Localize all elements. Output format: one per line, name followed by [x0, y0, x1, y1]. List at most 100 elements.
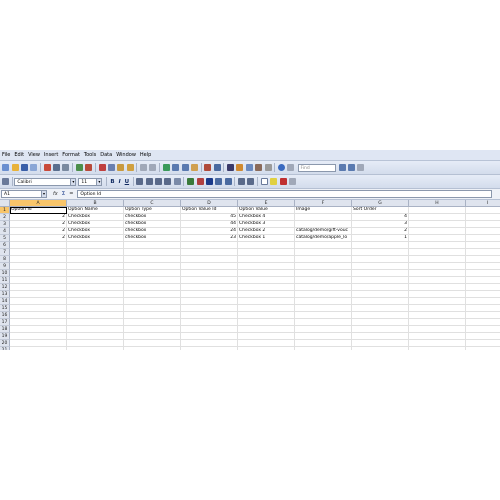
menu-edit[interactable]: Edit — [12, 150, 26, 160]
cell-h1[interactable] — [409, 207, 466, 214]
cell-d21[interactable] — [181, 347, 238, 350]
cell-g2[interactable]: 4 — [352, 214, 409, 221]
cell-b6[interactable] — [67, 242, 124, 249]
cell-a19[interactable] — [10, 333, 67, 340]
cell-h20[interactable] — [409, 340, 466, 347]
zoom-icon[interactable] — [264, 164, 272, 171]
cell-g17[interactable] — [352, 319, 409, 326]
cell-g21[interactable] — [352, 347, 409, 350]
cell-g10[interactable] — [352, 270, 409, 277]
menu-format[interactable]: Format — [60, 150, 82, 160]
cell-a7[interactable] — [10, 249, 67, 256]
borders-icon[interactable] — [260, 178, 268, 185]
menu-insert[interactable]: Insert — [42, 150, 60, 160]
cell-e14[interactable] — [238, 298, 295, 305]
cell-g11[interactable] — [352, 277, 409, 284]
cell-b5[interactable]: Checkbox — [67, 235, 124, 242]
cell-h6[interactable] — [409, 242, 466, 249]
row-header-5[interactable]: 5 — [0, 235, 10, 242]
standard-format-icon[interactable] — [205, 178, 213, 185]
row-header-20[interactable]: 20 — [0, 340, 10, 347]
cell-g14[interactable] — [352, 298, 409, 305]
cell-i4[interactable] — [466, 228, 500, 235]
cell-c9[interactable] — [124, 263, 181, 270]
cell-a13[interactable] — [10, 291, 67, 298]
cell-g7[interactable] — [352, 249, 409, 256]
cell-c12[interactable] — [124, 284, 181, 291]
cell-a1[interactable]: Option Id — [10, 207, 67, 214]
cell-d16[interactable] — [181, 312, 238, 319]
cell-b2[interactable]: Checkbox — [67, 214, 124, 221]
cell-c17[interactable] — [124, 319, 181, 326]
delete-decimal-icon[interactable] — [224, 178, 232, 185]
cell-c21[interactable] — [124, 347, 181, 350]
help-icon[interactable] — [277, 164, 285, 171]
cell-b17[interactable] — [67, 319, 124, 326]
cell-h11[interactable] — [409, 277, 466, 284]
cell-d1[interactable]: Option Value Id — [181, 207, 238, 214]
cell-c8[interactable] — [124, 256, 181, 263]
cell-d12[interactable] — [181, 284, 238, 291]
cell-i7[interactable] — [466, 249, 500, 256]
cell-e19[interactable] — [238, 333, 295, 340]
cell-e4[interactable]: Checkbox 2 — [238, 228, 295, 235]
print-icon[interactable] — [53, 164, 61, 171]
cell-e6[interactable] — [238, 242, 295, 249]
cell-g8[interactable] — [352, 256, 409, 263]
cell-b15[interactable] — [67, 305, 124, 312]
cell-c6[interactable] — [124, 242, 181, 249]
underline-button[interactable]: U — [125, 179, 129, 185]
cell-c5[interactable]: checkbox — [124, 235, 181, 242]
cell-e15[interactable] — [238, 305, 295, 312]
cell-b10[interactable] — [67, 270, 124, 277]
cell-a11[interactable] — [10, 277, 67, 284]
cell-f4[interactable]: catalog/demo/gift-vouc — [295, 228, 352, 235]
cell-g20[interactable] — [352, 340, 409, 347]
cell-e7[interactable] — [238, 249, 295, 256]
cell-b9[interactable] — [67, 263, 124, 270]
cell-i19[interactable] — [466, 333, 500, 340]
cell-d18[interactable] — [181, 326, 238, 333]
toolbar-options-icon[interactable] — [287, 164, 295, 171]
cell-e21[interactable] — [238, 347, 295, 350]
cell-d11[interactable] — [181, 277, 238, 284]
undo-icon[interactable] — [140, 164, 148, 171]
find-previous-icon[interactable] — [348, 164, 356, 171]
row-header-6[interactable]: 6 — [0, 242, 10, 249]
cell-i21[interactable] — [466, 347, 500, 350]
row-header-3[interactable]: 3 — [0, 221, 10, 228]
find-replace-icon[interactable] — [227, 164, 235, 171]
cell-a14[interactable] — [10, 298, 67, 305]
cell-d20[interactable] — [181, 340, 238, 347]
column-header-d[interactable]: D — [181, 200, 238, 207]
row-header-12[interactable]: 12 — [0, 284, 10, 291]
redo-icon[interactable] — [149, 164, 157, 171]
cell-b18[interactable] — [67, 326, 124, 333]
cell-a3[interactable]: 2 — [10, 221, 67, 228]
cell-h15[interactable] — [409, 305, 466, 312]
cell-i12[interactable] — [466, 284, 500, 291]
cell-i9[interactable] — [466, 263, 500, 270]
find-input[interactable]: Find — [297, 163, 336, 172]
cell-d5[interactable]: 23 — [181, 235, 238, 242]
row-header-9[interactable]: 9 — [0, 263, 10, 270]
pivot-table-icon[interactable] — [213, 164, 221, 171]
cell-a17[interactable] — [10, 319, 67, 326]
cell-a16[interactable] — [10, 312, 67, 319]
function-wizard-icon[interactable]: fx — [53, 191, 58, 197]
cell-c11[interactable] — [124, 277, 181, 284]
align-center-icon[interactable] — [145, 178, 153, 185]
cell-f11[interactable] — [295, 277, 352, 284]
column-header-e[interactable]: E — [238, 200, 295, 207]
find-toolbar-options-icon[interactable] — [357, 164, 365, 171]
cell-e18[interactable] — [238, 326, 295, 333]
cell-i15[interactable] — [466, 305, 500, 312]
cell-e17[interactable] — [238, 319, 295, 326]
row-header-2[interactable]: 2 — [0, 214, 10, 221]
cell-e13[interactable] — [238, 291, 295, 298]
gallery-icon[interactable] — [245, 164, 253, 171]
cell-a21[interactable] — [10, 347, 67, 350]
formula-input[interactable]: Option Id — [77, 190, 493, 198]
cell-f14[interactable] — [295, 298, 352, 305]
cell-h10[interactable] — [409, 270, 466, 277]
